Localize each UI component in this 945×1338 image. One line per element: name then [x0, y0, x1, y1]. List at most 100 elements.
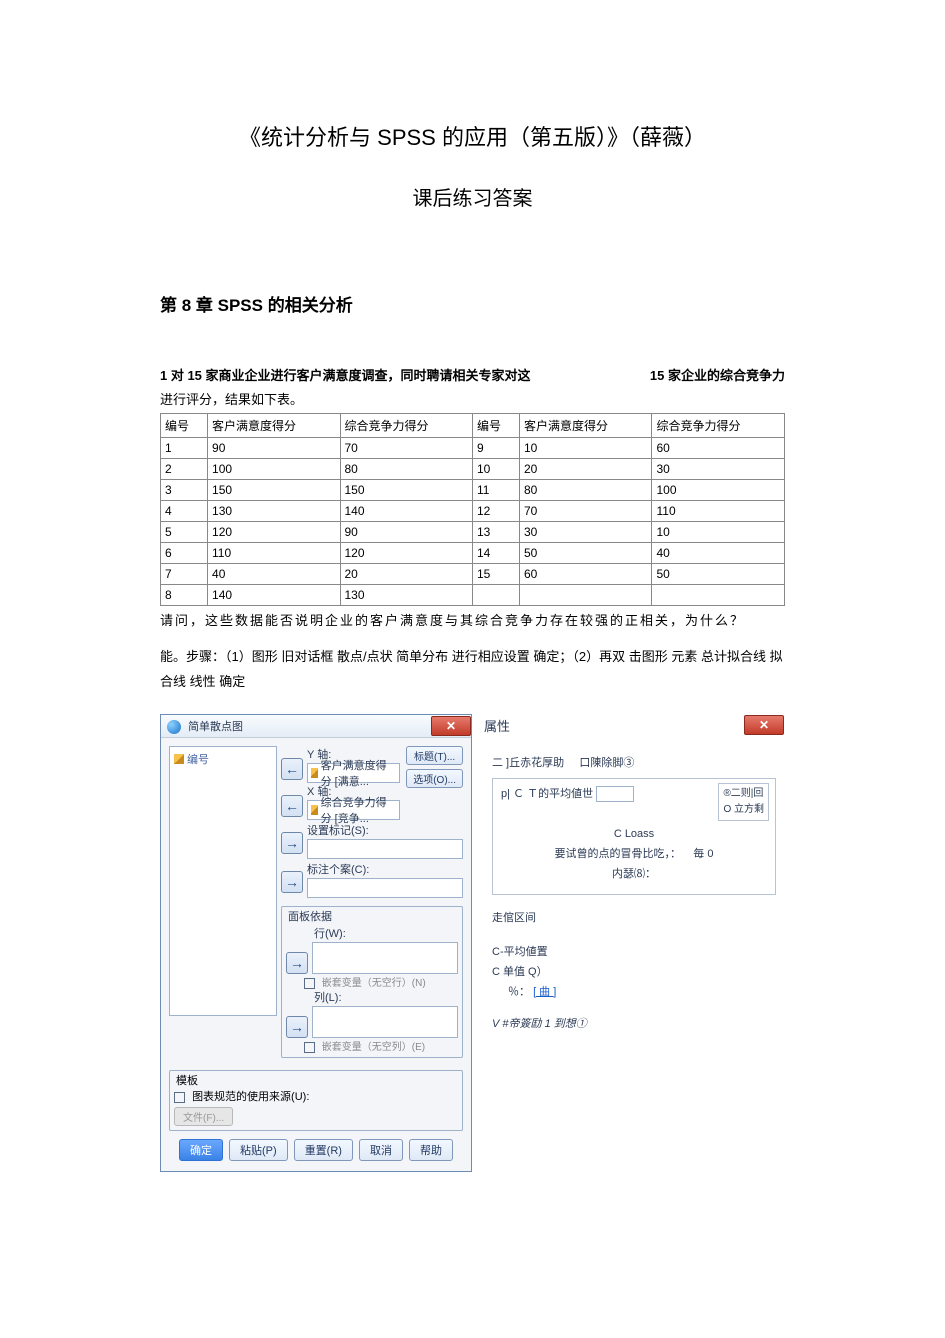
table-cell: 14	[472, 543, 519, 564]
panel-col-nest-check: 嵌套变量（无空列）(E)	[286, 1038, 458, 1053]
titles-button[interactable]: 标题(T)...	[406, 746, 463, 765]
y-axis-field[interactable]: 客户满意度得分 [满意...	[307, 763, 400, 783]
side-choice-1[interactable]: ®二则|回	[723, 786, 764, 802]
table-cell: 110	[208, 543, 340, 564]
table-row: 6110120145040	[161, 543, 785, 564]
properties-titlebar: 属性 ✕	[484, 714, 784, 736]
table-cell: 5	[161, 522, 208, 543]
side-choice-2[interactable]: O 立方剩	[723, 802, 764, 818]
table-cell: 11	[472, 480, 519, 501]
move-to-col-button[interactable]: →	[286, 1016, 308, 1038]
properties-tab-1[interactable]: 二 ]丘赤花厚助	[492, 757, 564, 769]
table-cell: 40	[208, 564, 340, 585]
variable-icon	[311, 768, 318, 778]
fit-method-group: p| Ｃ Ｔ的平均値世 ®二则|回 O 立方剩 C Loass 要试曾的点的冒骨…	[492, 778, 776, 895]
move-to-row-button[interactable]: →	[286, 952, 308, 974]
table-row: 41301401270110	[161, 501, 785, 522]
setmark-field[interactable]	[307, 839, 463, 859]
table-cell	[520, 585, 652, 606]
options-button[interactable]: 选项(O)...	[406, 769, 463, 788]
table-cell: 20	[340, 564, 472, 585]
checkbox-icon	[304, 1042, 315, 1053]
labelcase-label: 标注个案(C):	[307, 861, 463, 877]
x-axis-field[interactable]: 综合竞争力得分 [竞争...	[307, 800, 400, 820]
panel-row-nest-check: 嵌套变量（无空行）(N)	[286, 974, 458, 989]
intro-tail: 进行评分，结果如下表。	[160, 390, 785, 410]
table-header-row: 编号 客户满意度得分 综合竞争力得分 编号 客户满意度得分 综合竞争力得分	[161, 414, 785, 438]
doc-title: 《统计分析与 SPSS 的应用（第五版）》（薛薇）	[160, 120, 785, 152]
loass-label: C Loass	[501, 825, 767, 845]
ratio-row: 要试曾的点的冒骨比吃，： 毎 0	[501, 845, 767, 865]
table-cell: 13	[472, 522, 519, 543]
table-row: 1907091060	[161, 438, 785, 459]
table-row: 512090133010	[161, 522, 785, 543]
scatter-dialog-title: 简单散点图	[188, 721, 243, 733]
table-header: 编号	[472, 414, 519, 438]
table-row: 210080102030	[161, 459, 785, 480]
scatter-dialog-titlebar: 简单散点图 ✕	[161, 715, 471, 738]
table-cell: 120	[340, 543, 472, 564]
table-row: 8140130	[161, 585, 785, 606]
intro-lead: 1 对 15 家商业企业进行客户满意度调查，同时聘请相关专家对这	[160, 368, 531, 383]
table-cell: 7	[161, 564, 208, 585]
table-cell: 140	[208, 585, 340, 606]
table-cell: 140	[340, 501, 472, 522]
template-group: 模板 图表规范的使用来源(U): 文件(F)...	[169, 1070, 463, 1131]
table-cell: 60	[652, 438, 785, 459]
scatter-dialog-footer: 确定 粘贴(P) 重置(R) 取消 帮助	[161, 1131, 471, 1171]
move-to-setmark-button[interactable]: →	[281, 832, 303, 854]
ci-mean-option[interactable]: C-平均値置	[492, 943, 776, 963]
data-table: 编号 客户满意度得分 综合竞争力得分 编号 客户满意度得分 综合竞争力得分 1 9…	[160, 413, 785, 606]
paste-button[interactable]: 粘贴(P)	[229, 1139, 288, 1161]
checkbox-icon[interactable]	[174, 1092, 185, 1103]
table-header: 编号	[161, 414, 208, 438]
ci-single-option[interactable]: C 单值 Q）	[492, 963, 776, 983]
variable-icon	[174, 754, 184, 764]
fit-line-input[interactable]	[596, 786, 634, 802]
close-icon[interactable]: ✕	[744, 715, 784, 735]
app-icon	[167, 720, 181, 734]
table-cell	[652, 585, 785, 606]
table-cell: 80	[340, 459, 472, 480]
table-cell: 15	[472, 564, 519, 585]
reset-button[interactable]: 重置(R)	[294, 1139, 353, 1161]
table-cell: 3	[161, 480, 208, 501]
table-cell: 70	[340, 438, 472, 459]
table-cell: 120	[208, 522, 340, 543]
cancel-button[interactable]: 取消	[359, 1139, 403, 1161]
ci-percent-link[interactable]: [ 曲 ]	[533, 986, 556, 998]
move-to-y-button[interactable]: ←	[281, 758, 303, 780]
fit-side-choices: ®二则|回 O 立方剩	[718, 783, 769, 821]
table-cell: 100	[208, 459, 340, 480]
move-to-labelcase-button[interactable]: →	[281, 871, 303, 893]
panel-col-field[interactable]	[312, 1006, 458, 1038]
table-cell: 150	[208, 480, 340, 501]
properties-tab-2[interactable]: 口陳除脚③	[579, 757, 634, 769]
panel-row-field[interactable]	[312, 942, 458, 974]
variable-list[interactable]: 编号	[169, 746, 277, 1016]
chapter-heading: 第 8 章 SPSS 的相关分析	[160, 291, 785, 316]
intro-paragraph: 1 对 15 家商业企业进行客户满意度调查，同时聘请相关专家对这 15 家企业的…	[160, 366, 785, 386]
template-title: 模板	[174, 1072, 200, 1088]
close-icon[interactable]: ✕	[431, 716, 471, 736]
properties-title: 属性	[484, 716, 510, 735]
table-cell: 9	[472, 438, 519, 459]
table-cell: 6	[161, 543, 208, 564]
scatter-dialog: 简单散点图 ✕ 编号	[160, 714, 472, 1172]
ok-button[interactable]: 确定	[179, 1139, 223, 1161]
template-file-button: 文件(F)...	[174, 1107, 233, 1126]
variable-item[interactable]: 编号	[174, 751, 272, 767]
help-button[interactable]: 帮助	[409, 1139, 453, 1161]
table-cell: 4	[161, 501, 208, 522]
panel-by-title: 面板依据	[286, 908, 334, 924]
table-cell: 70	[520, 501, 652, 522]
template-check-label: 图表规范的使用来源(U):	[192, 1091, 309, 1103]
fit-line-label: p| Ｃ Ｔ的平均値世	[501, 788, 593, 800]
panel-row-label: 行(W):	[286, 925, 458, 941]
table-row: 74020156050	[161, 564, 785, 585]
table-cell: 1	[161, 438, 208, 459]
table-cell: 10	[472, 459, 519, 480]
table-header: 综合竞争力得分	[652, 414, 785, 438]
move-to-x-button[interactable]: ←	[281, 795, 303, 817]
labelcase-field[interactable]	[307, 878, 463, 898]
